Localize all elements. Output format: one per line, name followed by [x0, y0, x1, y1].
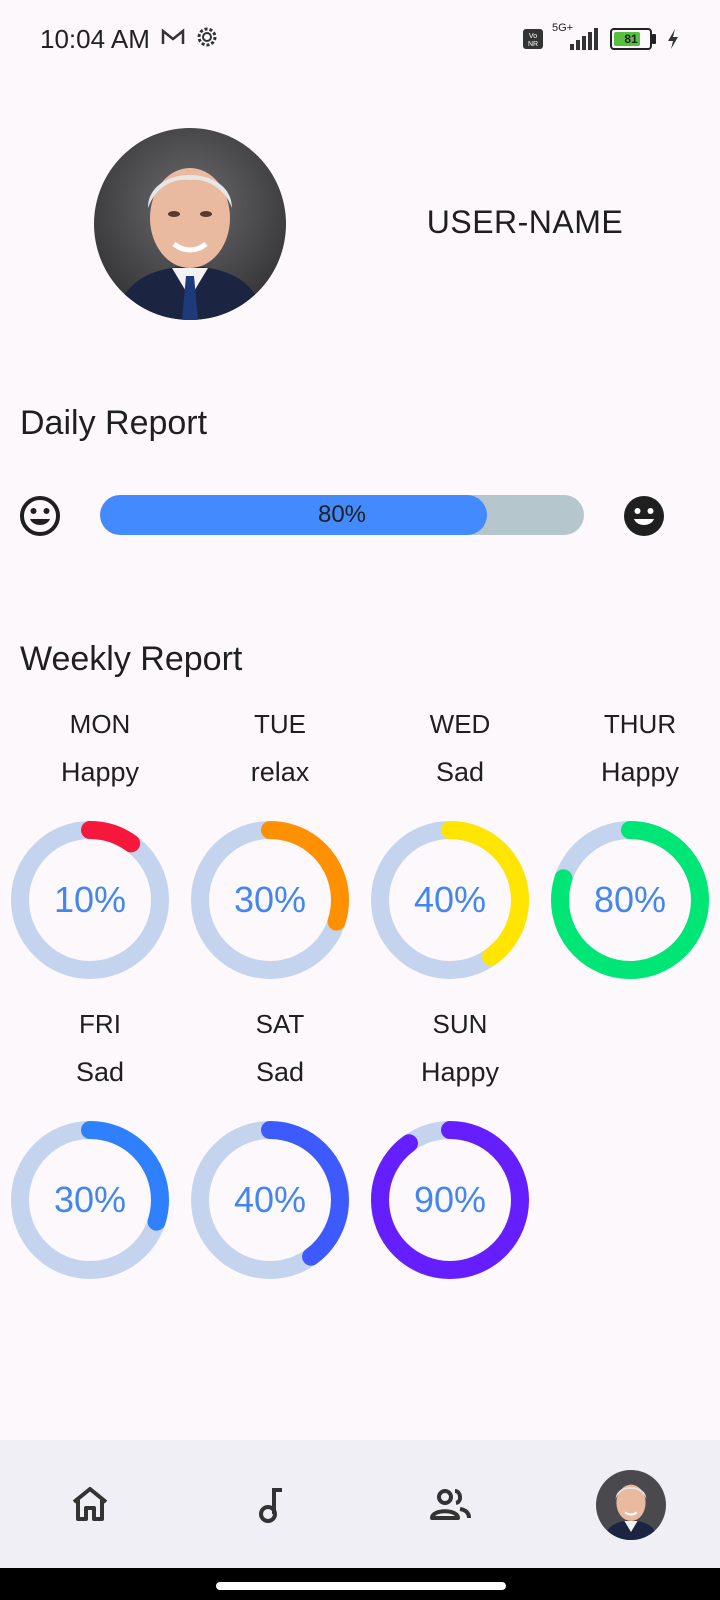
nav-home[interactable]	[54, 1468, 126, 1540]
people-icon	[430, 1489, 471, 1520]
ring-percent-label: 10%	[53, 879, 127, 920]
day-header-thur: THUR Happy	[550, 700, 720, 796]
day-name: SAT	[255, 1009, 305, 1039]
nav-people[interactable]	[414, 1468, 486, 1540]
mood-ring-sun: 90%	[370, 1120, 530, 1280]
charging-icon	[668, 29, 678, 49]
day-mood: Sad	[435, 757, 485, 787]
day-name: THUR	[603, 709, 677, 739]
username: USER-NAME	[426, 204, 624, 240]
svg-text:Vo: Vo	[529, 33, 537, 40]
gmail-icon	[161, 28, 185, 44]
ring-percent-label: 40%	[233, 1179, 307, 1220]
volte-icon: VoNR	[523, 29, 543, 49]
signal-icon: 5G+	[552, 22, 602, 52]
ring-percent-label: 40%	[413, 879, 487, 920]
day-header-wed: WED Sad	[370, 700, 550, 796]
mood-ring-mon: 10%	[10, 820, 170, 980]
mood-ring-tue: 30%	[190, 820, 350, 980]
ring-percent-label: 30%	[233, 879, 307, 920]
daily-report-title: Daily Report	[20, 404, 208, 442]
day-mood: Happy	[420, 1057, 500, 1087]
day-mood: Sad	[255, 1057, 305, 1087]
day-header-sat: SAT Sad	[190, 1000, 370, 1096]
system-gesture-bar	[0, 1568, 720, 1600]
settings-icon	[197, 27, 217, 47]
profile-avatar[interactable]	[94, 128, 286, 320]
day-mood: Sad	[75, 1057, 125, 1087]
weekly-report-title: Weekly Report	[20, 640, 243, 678]
nav-music[interactable]	[234, 1468, 306, 1540]
ring-percent-label: 30%	[53, 1179, 127, 1220]
battery-icon: 81	[610, 28, 656, 50]
day-name: FRI	[79, 1009, 121, 1039]
day-header-sun: SUN Happy	[370, 1000, 550, 1096]
smile-filled-icon	[624, 496, 664, 536]
ring-percent-label: 90%	[413, 1179, 487, 1220]
mood-ring-fri: 30%	[10, 1120, 170, 1280]
day-name: WED	[429, 709, 491, 739]
day-header-fri: FRI Sad	[10, 1000, 190, 1096]
day-header-mon: MON Happy	[10, 700, 190, 796]
mood-ring-wed: 40%	[370, 820, 530, 980]
day-mood: Happy	[60, 757, 140, 787]
ring-percent-label: 80%	[593, 879, 667, 920]
home-indicator[interactable]	[216, 1582, 506, 1590]
smile-outline-icon	[20, 496, 60, 536]
status-bar: 10:04 AM Vo NR 5G+ 81	[0, 0, 720, 80]
daily-progress-bar: 80%	[100, 495, 584, 535]
day-header-tue: TUE relax	[190, 700, 370, 796]
music-note-icon	[259, 1488, 282, 1523]
bottom-navigation	[0, 1440, 720, 1568]
mood-ring-thur: 80%	[550, 820, 710, 980]
day-name: SUN	[432, 1009, 488, 1039]
daily-progress-label: 80%	[317, 501, 367, 528]
day-name: MON	[69, 709, 131, 739]
home-icon	[72, 1487, 108, 1521]
day-mood: Happy	[600, 757, 680, 787]
mood-ring-sat: 40%	[190, 1120, 350, 1280]
svg-text:NR: NR	[528, 41, 538, 48]
status-time: 10:04 AM	[40, 24, 150, 54]
nav-profile-avatar[interactable]	[596, 1470, 666, 1540]
day-mood: relax	[250, 757, 310, 787]
day-name: TUE	[254, 709, 306, 739]
